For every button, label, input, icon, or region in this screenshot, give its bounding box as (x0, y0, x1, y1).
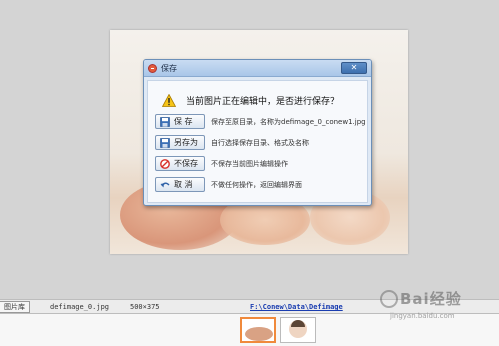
thumbnail-image (245, 327, 273, 341)
cancel-option-row: 取 消 不做任何操作，返回编辑界面 (148, 174, 367, 195)
watermark-main: Bai经验 (400, 290, 462, 308)
watermark: Bai经验 jingyan.baidu.com (370, 288, 495, 328)
save-option-row: 保 存 保存至原目录，名称为defimage_0_conew1.jpg (148, 111, 367, 132)
save-as-button[interactable]: 另存为 (155, 135, 205, 150)
question-row: 当前图片正在编辑中，是否进行保存？ (148, 81, 367, 111)
dont-save-option-row: 不保存 不保存当前图片编辑操作 (148, 153, 367, 174)
dialog-body: 当前图片正在编辑中，是否进行保存？ 保 存 保存至原目录，名称为defimage… (147, 80, 368, 203)
thumbnail-item-selected[interactable] (240, 317, 276, 343)
undo-arrow-icon (160, 182, 170, 187)
question-text: 当前图片正在编辑中，是否进行保存？ (186, 96, 340, 107)
dialog-titlebar[interactable]: 保存 ✕ (144, 60, 371, 77)
dialog-title: 保存 (161, 63, 177, 73)
dont-save-button-label: 不保存 (174, 159, 198, 168)
save-description: 保存至原目录，名称为defimage_0_conew1.jpg (211, 117, 366, 126)
floppy-disk-icon (160, 116, 170, 127)
status-dimensions: 500×375 (130, 303, 160, 311)
save-as-option-row: 另存为 自行选择保存目录、格式及名称 (148, 132, 367, 153)
app-icon (148, 63, 157, 73)
save-as-button-label: 另存为 (174, 138, 198, 147)
save-button[interactable]: 保 存 (155, 114, 205, 129)
save-dialog: 保存 ✕ 当前图片正在编辑中，是否进行保存？ 保 存 保存至原目录，名称为def… (143, 59, 372, 206)
cancel-button[interactable]: 取 消 (155, 177, 205, 192)
warning-icon (162, 93, 176, 107)
dont-save-description: 不保存当前图片编辑操作 (211, 159, 288, 168)
cancel-button-label: 取 消 (174, 180, 193, 189)
status-filename: defimage_0.jpg (50, 303, 110, 311)
close-button[interactable]: ✕ (341, 62, 367, 74)
floppy-disk-icon (160, 137, 170, 148)
cancel-description: 不做任何操作，返回编辑界面 (211, 180, 302, 189)
save-button-label: 保 存 (174, 117, 193, 126)
dont-save-button[interactable]: 不保存 (155, 156, 205, 171)
save-as-description: 自行选择保存目录、格式及名称 (211, 138, 309, 147)
thumbnail-image (291, 320, 305, 327)
tab-image-library[interactable]: 图片库 (0, 301, 30, 313)
thumbnail-item[interactable] (280, 317, 316, 343)
paw-logo-icon (380, 290, 398, 308)
no-entry-icon (160, 158, 170, 169)
status-path-link[interactable]: F:\Conew\Data\Defimage (250, 303, 343, 311)
watermark-sub: jingyan.baidu.com (390, 312, 455, 320)
